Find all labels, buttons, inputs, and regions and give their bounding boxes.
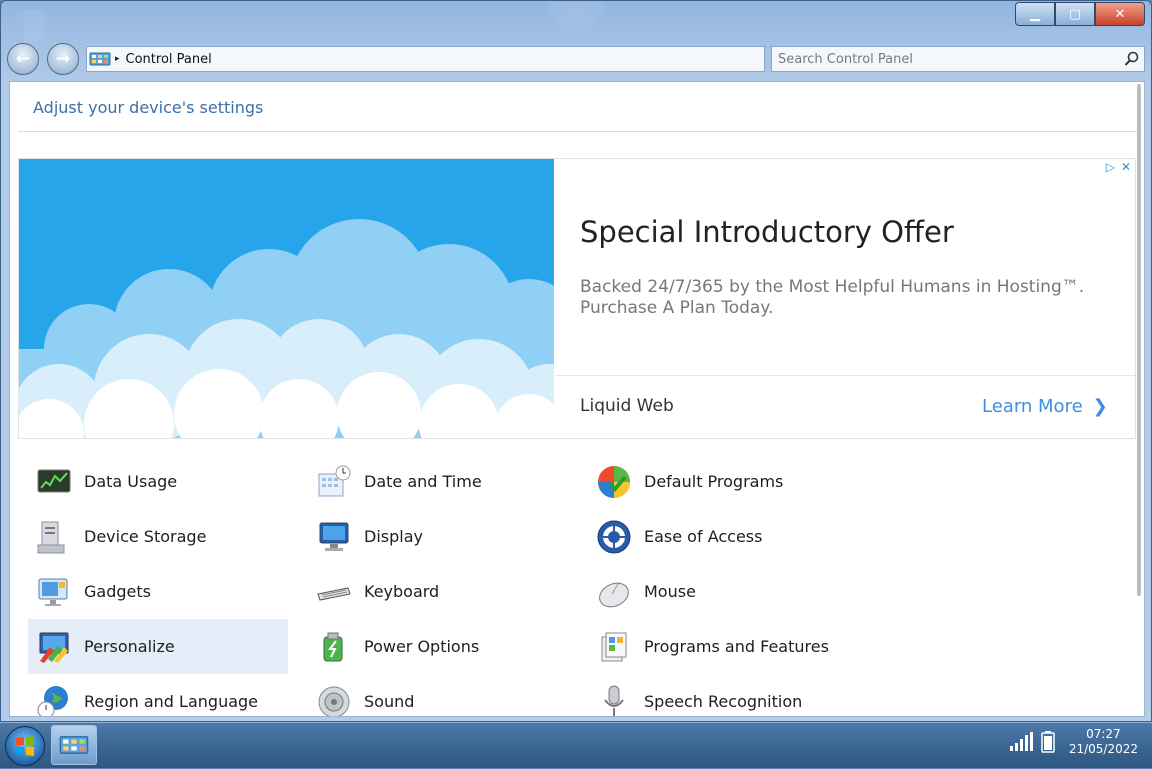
learn-more-label: Learn More <box>982 396 1083 417</box>
content-pane: Adjust your device's settings ▷ ✕ Specia… <box>9 81 1145 717</box>
close-button[interactable]: ✕ <box>1095 2 1145 26</box>
default-programs-icon <box>598 465 630 498</box>
date-time-icon <box>318 465 351 496</box>
ad-brand[interactable]: Liquid Web <box>580 396 674 416</box>
control-panel-window: ▁ ▢ ✕ ← → ▸ Control Panel Search Control… <box>0 0 1152 722</box>
item-label: Sound <box>364 692 415 711</box>
device-storage-icon <box>37 521 65 553</box>
item-label: Device Storage <box>84 527 207 546</box>
item-date-and-time[interactable]: Date and Time <box>308 454 568 509</box>
item-label: Mouse <box>644 582 696 601</box>
minimize-button[interactable]: ▁ <box>1015 2 1055 26</box>
arrow-left-icon: ← <box>15 49 31 69</box>
item-sound[interactable]: Sound <box>308 674 568 716</box>
back-button[interactable]: ← <box>7 43 39 75</box>
breadcrumb-separator-icon[interactable]: ▸ <box>115 54 120 64</box>
system-tray: 07:27 21/05/2022 <box>1009 727 1138 757</box>
clock-time: 07:27 <box>1086 727 1121 741</box>
item-label: Gadgets <box>84 582 151 601</box>
programs-features-icon <box>601 632 627 661</box>
item-label: Speech Recognition <box>644 692 803 711</box>
item-region-and-language[interactable]: Region and Language <box>28 674 288 716</box>
item-power-options[interactable]: Power Options <box>308 619 568 674</box>
maximize-button[interactable]: ▢ <box>1055 2 1095 26</box>
windows-logo-icon <box>16 736 34 756</box>
power-options-icon <box>323 632 343 661</box>
forward-button[interactable]: → <box>47 43 79 75</box>
battery-icon[interactable] <box>1041 731 1055 753</box>
item-display[interactable]: Display <box>308 509 568 564</box>
ad-choices[interactable]: ▷ ✕ <box>1106 160 1131 174</box>
item-ease-of-access[interactable]: Ease of Access <box>588 509 848 564</box>
learn-more-link[interactable]: Learn More ❯ <box>982 396 1108 417</box>
item-label: Display <box>364 527 423 546</box>
vertical-scrollbar[interactable] <box>1137 84 1141 596</box>
ease-of-access-icon <box>597 520 631 553</box>
window-controls: ▁ ▢ ✕ <box>1015 2 1145 26</box>
personalize-icon <box>39 632 69 663</box>
sound-icon <box>318 686 350 716</box>
item-mouse[interactable]: Mouse <box>588 564 848 619</box>
item-label: Default Programs <box>644 472 784 491</box>
item-default-programs[interactable]: Default Programs <box>588 454 848 509</box>
item-speech-recognition[interactable]: Speech Recognition <box>588 674 848 716</box>
speech-recognition-icon <box>604 685 624 716</box>
taskbar-control-panel-button[interactable] <box>51 725 97 765</box>
item-device-storage[interactable]: Device Storage <box>28 509 288 564</box>
data-usage-icon <box>37 469 71 492</box>
item-keyboard[interactable]: Keyboard <box>308 564 568 619</box>
chevron-right-icon: ❯ <box>1092 396 1108 417</box>
search-input[interactable]: Search Control Panel <box>771 46 1145 72</box>
ad-info-icon[interactable]: ▷ <box>1106 160 1115 174</box>
item-label: Keyboard <box>364 582 440 601</box>
item-data-usage[interactable]: Data Usage <box>28 454 288 509</box>
ad-divider <box>556 375 1136 376</box>
ad-cloud-image[interactable] <box>19 159 554 438</box>
search-icon[interactable] <box>1124 51 1140 67</box>
control-panel-icon <box>59 736 89 754</box>
item-label: Power Options <box>364 637 480 656</box>
item-label: Ease of Access <box>644 527 763 546</box>
start-button[interactable] <box>5 726 45 766</box>
keyboard-icon <box>317 586 351 601</box>
breadcrumb-control-panel[interactable]: Control Panel <box>126 52 212 67</box>
clock-date: 21/05/2022 <box>1068 742 1138 756</box>
page-title: Adjust your device's settings <box>33 98 264 117</box>
advertisement-banner[interactable]: ▷ ✕ Special Introductory Offer Backed 24… <box>18 158 1136 439</box>
arrow-right-icon: → <box>55 49 71 69</box>
taskbar: 07:27 21/05/2022 <box>0 722 1152 768</box>
control-panel-icon <box>89 52 111 66</box>
signal-strength-icon[interactable] <box>1009 732 1033 752</box>
ad-title[interactable]: Special Introductory Offer <box>580 215 954 249</box>
item-programs-and-features[interactable]: Programs and Features <box>588 619 848 674</box>
item-label: Personalize <box>84 637 175 656</box>
ad-body: Backed 24/7/365 by the Most Helpful Huma… <box>580 277 1085 318</box>
display-icon <box>319 522 349 551</box>
address-bar[interactable]: ▸ Control Panel <box>86 46 765 72</box>
item-label: Region and Language <box>84 692 259 711</box>
ad-close-icon[interactable]: ✕ <box>1121 160 1131 174</box>
item-gadgets[interactable]: Gadgets <box>28 564 288 619</box>
clock[interactable]: 07:27 21/05/2022 <box>1069 727 1138 757</box>
item-label: Data Usage <box>84 472 178 491</box>
item-label: Date and Time <box>364 472 482 491</box>
region-language-icon <box>37 685 68 716</box>
mouse-icon <box>599 582 629 607</box>
divider <box>18 131 1138 132</box>
item-label: Programs and Features <box>644 637 829 656</box>
gadgets-icon <box>38 578 68 606</box>
item-personalize[interactable]: Personalize <box>28 619 288 674</box>
search-placeholder: Search Control Panel <box>778 51 913 67</box>
